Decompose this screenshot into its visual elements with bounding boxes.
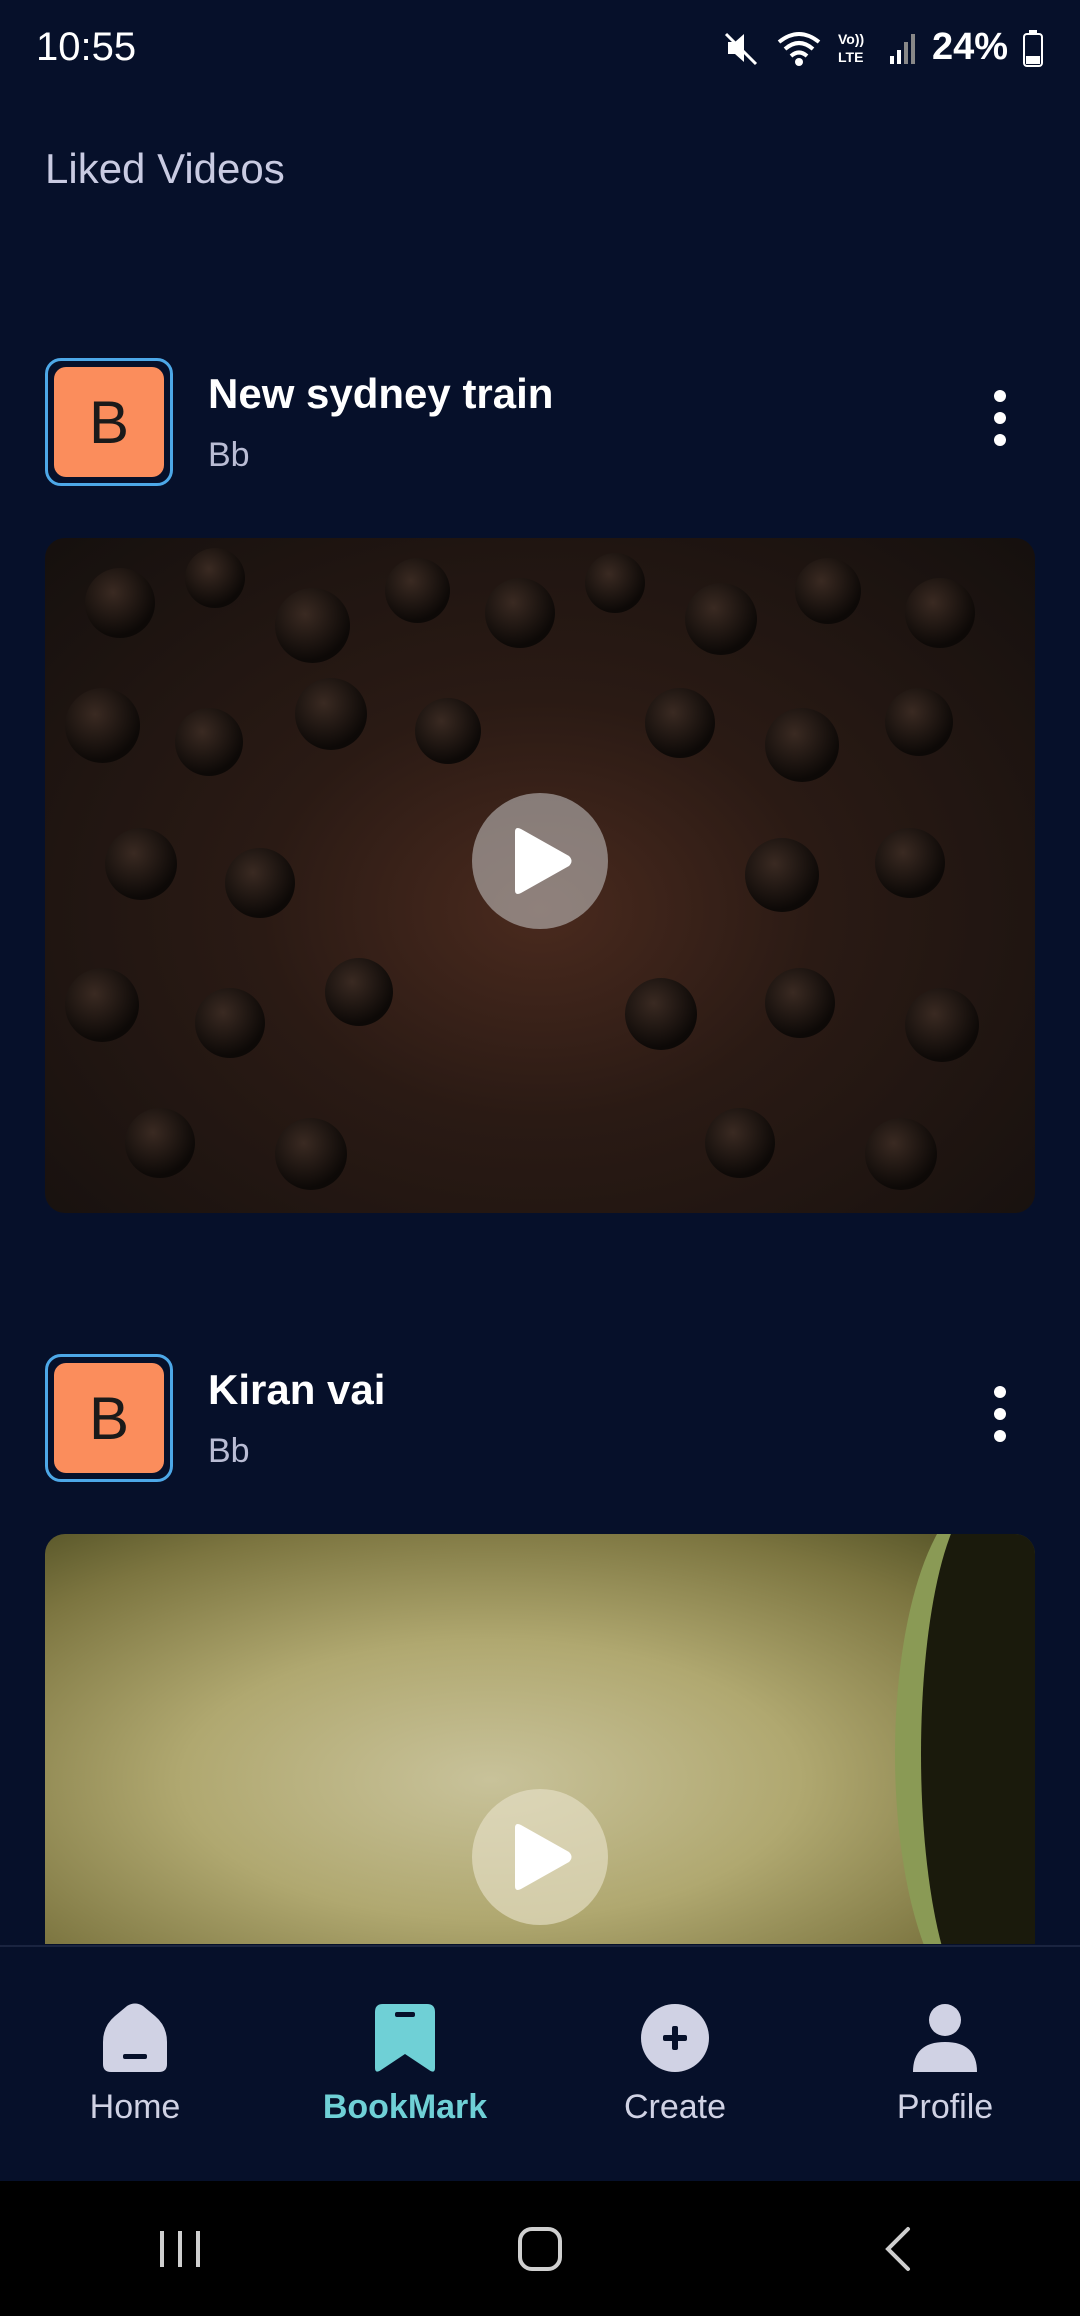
video-author: Bb	[208, 436, 250, 474]
nav-item-profile[interactable]: Profile	[810, 2002, 1080, 2127]
status-icons: Vo)) LTE 24%	[722, 26, 1044, 69]
system-nav-bar	[0, 2181, 1080, 2316]
battery-percent: 24%	[931, 26, 1008, 68]
signal-icon	[889, 33, 915, 64]
video-card-header: B New sydney train Bb	[45, 358, 1035, 488]
recent-apps-icon[interactable]	[156, 2225, 204, 2273]
video-thumbnail[interactable]	[45, 538, 1035, 1213]
bookmark-icon	[375, 2003, 435, 2072]
more-dot-icon	[994, 434, 1006, 446]
home-icon	[103, 2003, 167, 2072]
more-dot-icon	[994, 1430, 1006, 1442]
video-author: Bb	[208, 1432, 250, 1470]
thumbnail-image	[895, 1534, 1035, 1944]
video-card: B Kiran vai Bb	[45, 1354, 1035, 1944]
status-time: 10:55	[36, 25, 137, 69]
nav-item-create[interactable]: Create	[540, 2002, 810, 2127]
avatar-letter: B	[54, 1363, 164, 1473]
video-title[interactable]: Kiran vai	[208, 1366, 385, 1414]
more-options-button[interactable]	[980, 378, 1020, 458]
status-bar: 10:55 Vo)) LTE 24%	[0, 0, 1080, 95]
home-system-icon[interactable]	[516, 2225, 564, 2273]
play-button[interactable]	[472, 793, 608, 929]
battery-icon	[1023, 29, 1043, 67]
person-icon	[913, 2003, 977, 2072]
wifi-icon	[777, 31, 821, 66]
video-title[interactable]: New sydney train	[208, 370, 553, 418]
nav-label: Create	[623, 2087, 727, 2126]
volte-icon: Vo)) LTE	[838, 31, 864, 65]
play-button[interactable]	[472, 1789, 608, 1925]
play-icon	[515, 828, 572, 894]
svg-text:LTE: LTE	[838, 49, 863, 65]
more-dot-icon	[994, 390, 1006, 402]
more-options-button[interactable]	[980, 1374, 1020, 1454]
nav-label: BookMark	[322, 2087, 488, 2126]
video-card-header: B Kiran vai Bb	[45, 1354, 1035, 1484]
more-dot-icon	[994, 1408, 1006, 1420]
avatar[interactable]: B	[45, 1354, 173, 1482]
video-thumbnail[interactable]	[45, 1534, 1035, 1944]
plus-circle-icon	[641, 2003, 709, 2072]
avatar-letter: B	[54, 367, 164, 477]
back-icon[interactable]	[876, 2225, 924, 2273]
avatar[interactable]: B	[45, 358, 173, 486]
more-dot-icon	[994, 1386, 1006, 1398]
mute-icon	[724, 32, 757, 65]
page-title: Liked Videos	[45, 145, 285, 192]
video-card: B New sydney train Bb	[45, 358, 1035, 1213]
svg-text:Vo)): Vo))	[838, 31, 864, 47]
more-dot-icon	[994, 412, 1006, 424]
play-icon	[515, 1824, 572, 1890]
bottom-nav: Home BookMark Create Profile	[0, 1945, 1080, 2181]
nav-label: Home	[89, 2087, 181, 2126]
nav-item-bookmark[interactable]: BookMark	[270, 2002, 540, 2127]
nav-item-home[interactable]: Home	[0, 2002, 270, 2127]
nav-label: Profile	[896, 2087, 994, 2126]
